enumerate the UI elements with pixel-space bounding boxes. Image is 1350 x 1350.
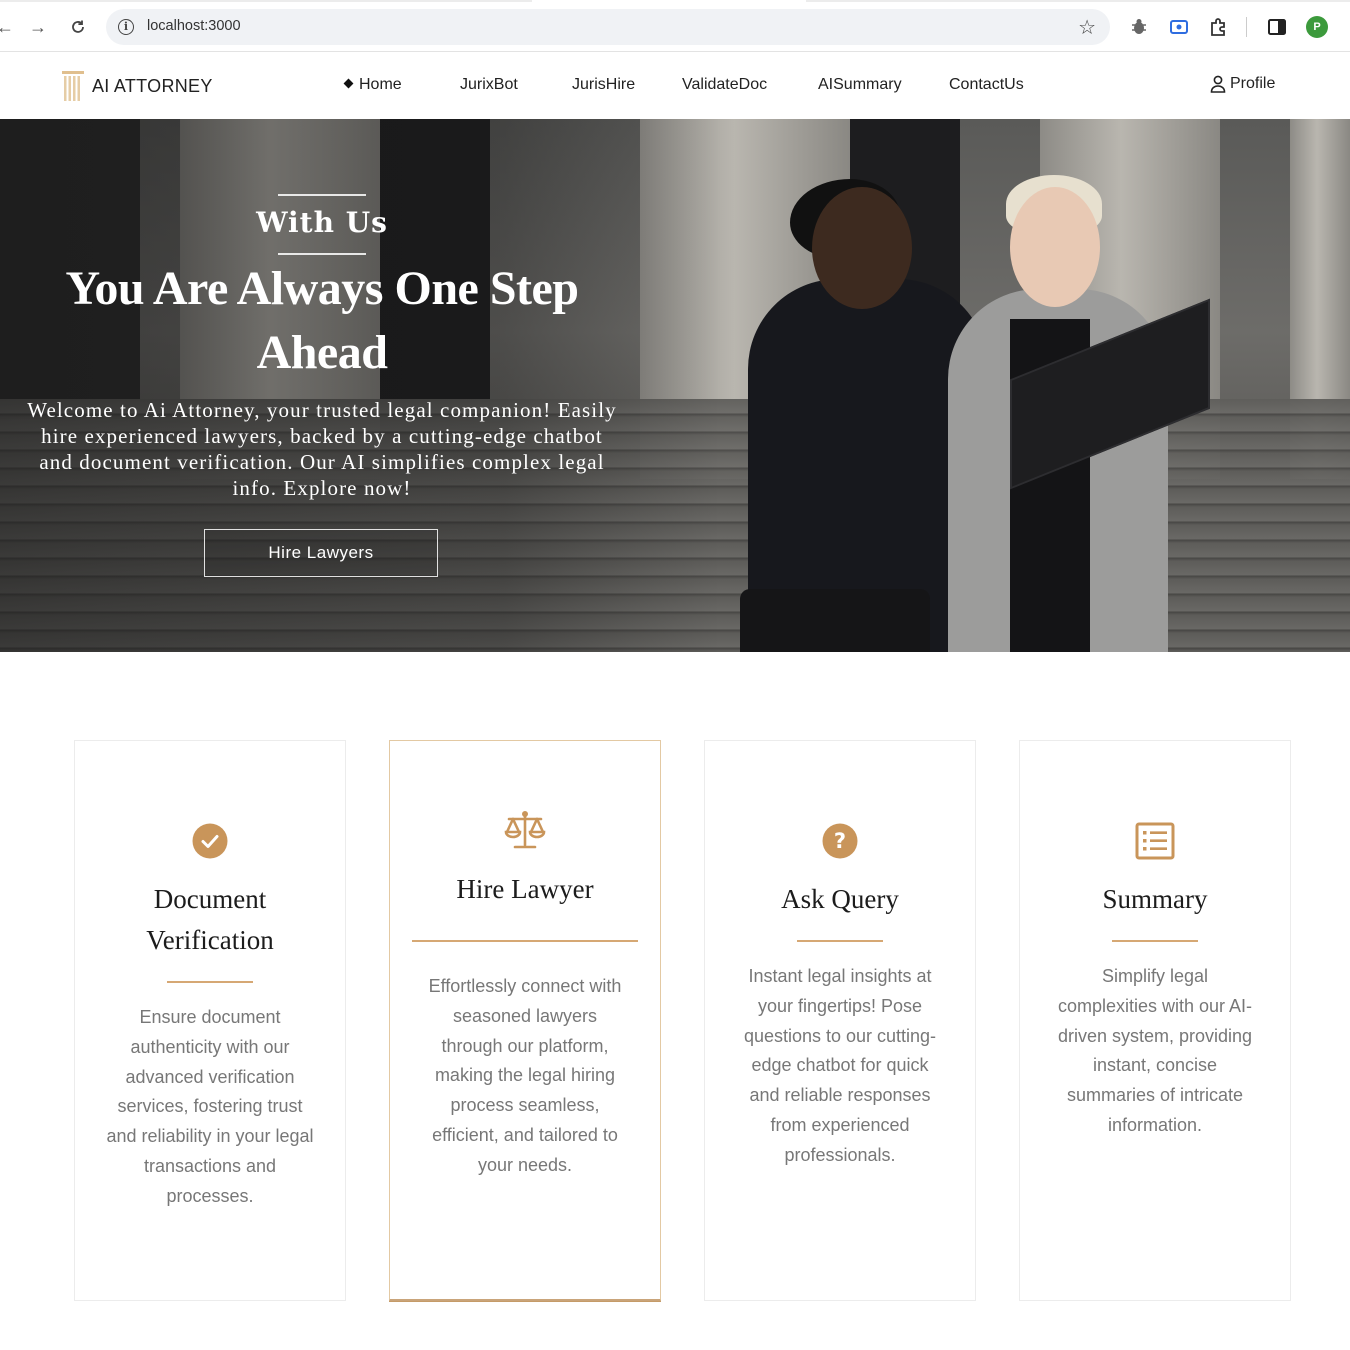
bug-extension-icon[interactable] bbox=[1128, 16, 1150, 38]
logo-text: AI ATTORNEY bbox=[92, 75, 213, 96]
card-divider bbox=[412, 940, 638, 942]
card-description: Effortlessly connect with seasoned lawye… bbox=[428, 976, 622, 1175]
question-circle-icon: ? bbox=[705, 820, 975, 862]
card-divider bbox=[167, 981, 253, 983]
card-title: Hire Lawyer bbox=[456, 874, 594, 904]
screen-extension-icon[interactable] bbox=[1168, 16, 1190, 38]
hero-description: Welcome to Ai Attorney, your trusted leg… bbox=[27, 398, 617, 500]
nav-home-label: Home bbox=[359, 76, 402, 93]
profile-label: Profile bbox=[1230, 75, 1276, 92]
site-info-icon[interactable]: i bbox=[118, 19, 134, 35]
address-url[interactable]: localhost:3000 bbox=[147, 18, 241, 34]
card-description: Ensure document authenticity with our ad… bbox=[106, 1007, 314, 1206]
user-icon bbox=[1210, 75, 1226, 93]
extensions-puzzle-icon[interactable] bbox=[1207, 16, 1229, 38]
bookmark-star-icon[interactable]: ☆ bbox=[1078, 15, 1096, 40]
card-divider bbox=[797, 940, 883, 942]
active-diamond-icon bbox=[343, 78, 354, 89]
address-bar[interactable]: i localhost:3000 ☆ bbox=[106, 9, 1110, 45]
nav-aisummary[interactable]: AISummary bbox=[818, 76, 902, 94]
hero-section: With Us You Are Always One Step Ahead We… bbox=[0, 119, 1350, 652]
hero-title: You Are Always One Step Ahead bbox=[65, 262, 579, 379]
card-divider bbox=[1112, 940, 1198, 942]
back-icon[interactable]: ← bbox=[0, 14, 18, 40]
nav-validatedoc[interactable]: ValidateDoc bbox=[682, 76, 767, 94]
nav-home[interactable]: Home bbox=[343, 76, 402, 94]
list-icon bbox=[1020, 822, 1290, 860]
pillar-logo-icon bbox=[62, 71, 84, 101]
tab-strip-edge bbox=[0, 0, 1350, 3]
profile-link[interactable]: Profile bbox=[1210, 75, 1275, 93]
toolbar-divider bbox=[1246, 17, 1247, 37]
feature-card-hire-lawyer[interactable]: Hire Lawyer Effortlessly connect with se… bbox=[389, 740, 661, 1301]
site-logo[interactable]: AI ATTORNEY bbox=[62, 69, 213, 103]
nav-contactus[interactable]: ContactUs bbox=[949, 76, 1024, 94]
hero-person-left-head bbox=[812, 187, 912, 309]
card-title: Document Verification bbox=[146, 884, 274, 955]
check-circle-icon bbox=[75, 820, 345, 862]
nav-jurixbot[interactable]: JurixBot bbox=[460, 76, 518, 94]
site-header: AI ATTORNEY Home JurixBot JurisHire Vali… bbox=[0, 52, 1350, 119]
card-description: Simplify legal complexities with our AI-… bbox=[1057, 966, 1253, 1135]
hire-lawyers-button[interactable]: Hire Lawyers bbox=[204, 529, 438, 577]
hero-bag bbox=[740, 589, 930, 652]
feature-card-ask-query[interactable]: ? Ask Query Instant legal insights at yo… bbox=[704, 740, 976, 1301]
hero-kicker: With Us bbox=[256, 206, 388, 239]
reload-icon[interactable] bbox=[65, 14, 91, 40]
browser-profile-avatar[interactable]: P bbox=[1306, 16, 1328, 38]
feature-card-summary[interactable]: Summary Simplify legal complexities with… bbox=[1019, 740, 1291, 1301]
forward-icon[interactable]: → bbox=[25, 14, 51, 40]
card-title: Summary bbox=[1102, 884, 1208, 914]
browser-toolbar: ← → i localhost:3000 ☆ P bbox=[0, 0, 1350, 52]
hero-person-right-head bbox=[1010, 187, 1100, 307]
feature-card-document-verification[interactable]: Document Verification Ensure document au… bbox=[74, 740, 346, 1301]
card-description: Instant legal insights at your fingertip… bbox=[743, 966, 937, 1165]
hero-kicker-rule-bottom bbox=[278, 253, 366, 255]
hero-kicker-rule-top bbox=[278, 194, 366, 196]
card-title: Ask Query bbox=[781, 884, 899, 914]
nav-jurishire[interactable]: JurisHire bbox=[572, 76, 635, 94]
svg-text:?: ? bbox=[834, 829, 846, 853]
side-panel-icon[interactable] bbox=[1266, 16, 1288, 38]
scales-icon bbox=[390, 809, 660, 851]
